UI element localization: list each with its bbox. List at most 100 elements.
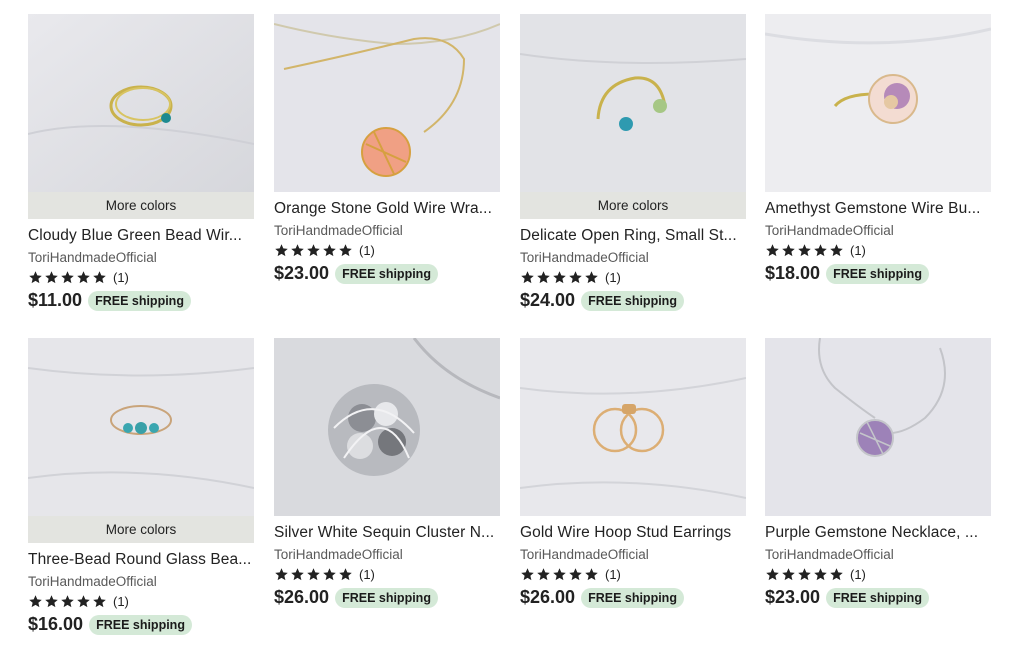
star-icon bbox=[77, 271, 90, 284]
rating: (1) bbox=[765, 242, 991, 259]
star-icon bbox=[766, 244, 779, 257]
free-shipping-badge: FREE shipping bbox=[826, 263, 929, 284]
review-count: (1) bbox=[850, 567, 866, 582]
free-shipping-badge: FREE shipping bbox=[89, 614, 192, 635]
star-icon bbox=[29, 595, 42, 608]
shop-name: ToriHandmadeOfficial bbox=[765, 223, 894, 238]
rating: (1) bbox=[28, 269, 254, 286]
earrings-photo bbox=[520, 338, 746, 516]
price: $11.00 bbox=[28, 290, 83, 310]
listing-title[interactable]: Cloudy Blue Green Bead Wir... bbox=[28, 227, 254, 245]
listing-title[interactable]: Silver White Sequin Cluster N... bbox=[274, 524, 500, 542]
star-icon bbox=[553, 568, 566, 581]
more-colors-label[interactable]: More colors bbox=[28, 516, 254, 543]
listing-card[interactable]: Gold Wire Hoop Stud Earrings ToriHandmad… bbox=[520, 338, 746, 608]
review-count: (1) bbox=[359, 567, 375, 582]
review-count: (1) bbox=[605, 270, 621, 285]
listing-title[interactable]: Orange Stone Gold Wire Wra... bbox=[274, 200, 500, 218]
star-icon bbox=[585, 568, 598, 581]
listing-image[interactable] bbox=[28, 14, 254, 192]
star-icon bbox=[45, 595, 58, 608]
star-icon bbox=[537, 568, 550, 581]
listing-card[interactable]: More colors Delicate Open Ring, Small St… bbox=[520, 14, 746, 311]
star-icon bbox=[585, 271, 598, 284]
review-count: (1) bbox=[359, 243, 375, 258]
star-icon bbox=[93, 595, 106, 608]
star-icon bbox=[307, 244, 320, 257]
star-icon bbox=[830, 244, 843, 257]
rating: (1) bbox=[274, 566, 500, 583]
review-count: (1) bbox=[605, 567, 621, 582]
star-icon bbox=[307, 568, 320, 581]
star-rating bbox=[274, 243, 353, 258]
review-count: (1) bbox=[850, 243, 866, 258]
listing-title[interactable]: Delicate Open Ring, Small St... bbox=[520, 227, 746, 245]
shop-name: ToriHandmadeOfficial bbox=[765, 547, 894, 562]
listing-image[interactable] bbox=[520, 338, 746, 516]
listing-image[interactable] bbox=[765, 14, 991, 192]
star-rating bbox=[765, 243, 844, 258]
star-rating bbox=[28, 594, 107, 609]
star-icon bbox=[798, 568, 811, 581]
listing-card[interactable]: Orange Stone Gold Wire Wra... ToriHandma… bbox=[274, 14, 500, 284]
listing-card[interactable]: Amethyst Gemstone Wire Bu... ToriHandmad… bbox=[765, 14, 991, 284]
more-colors-label[interactable]: More colors bbox=[520, 192, 746, 219]
star-icon bbox=[61, 595, 74, 608]
more-colors-label[interactable]: More colors bbox=[28, 192, 254, 219]
price: $18.00 bbox=[765, 263, 821, 283]
star-icon bbox=[521, 271, 534, 284]
price: $23.00 bbox=[274, 263, 330, 283]
star-icon bbox=[537, 271, 550, 284]
free-shipping-badge: FREE shipping bbox=[335, 587, 438, 608]
star-icon bbox=[521, 568, 534, 581]
star-icon bbox=[569, 271, 582, 284]
star-rating bbox=[520, 270, 599, 285]
star-icon bbox=[323, 568, 336, 581]
price: $23.00 bbox=[765, 587, 821, 607]
listing-title[interactable]: Purple Gemstone Necklace, ... bbox=[765, 524, 991, 542]
star-icon bbox=[766, 568, 779, 581]
listing-card[interactable]: More colors Cloudy Blue Green Bead Wir..… bbox=[28, 14, 254, 311]
star-icon bbox=[323, 244, 336, 257]
price: $26.00 bbox=[520, 587, 576, 607]
star-icon bbox=[830, 568, 843, 581]
listing-card[interactable]: Silver White Sequin Cluster N... ToriHan… bbox=[274, 338, 500, 608]
listing-card[interactable]: More colors Three-Bead Round Glass Bea..… bbox=[28, 338, 254, 635]
rating: (1) bbox=[520, 269, 746, 286]
star-rating bbox=[765, 567, 844, 582]
free-shipping-badge: FREE shipping bbox=[826, 587, 929, 608]
listing-image[interactable] bbox=[274, 338, 500, 516]
necklace-photo bbox=[274, 338, 500, 516]
listing-image[interactable] bbox=[520, 14, 746, 192]
star-icon bbox=[569, 568, 582, 581]
star-icon bbox=[275, 568, 288, 581]
listing-title[interactable]: Three-Bead Round Glass Bea... bbox=[28, 551, 254, 569]
star-icon bbox=[275, 244, 288, 257]
necklace-photo bbox=[274, 14, 500, 192]
listing-title[interactable]: Gold Wire Hoop Stud Earrings bbox=[520, 524, 746, 542]
star-rating bbox=[520, 567, 599, 582]
listing-image[interactable] bbox=[28, 338, 254, 516]
listing-card[interactable]: Purple Gemstone Necklace, ... ToriHandma… bbox=[765, 338, 991, 608]
ring-photo bbox=[28, 338, 254, 516]
free-shipping-badge: FREE shipping bbox=[581, 290, 684, 311]
shop-name: ToriHandmadeOfficial bbox=[520, 250, 649, 265]
star-icon bbox=[553, 271, 566, 284]
star-icon bbox=[61, 271, 74, 284]
listing-title[interactable]: Amethyst Gemstone Wire Bu... bbox=[765, 200, 991, 218]
star-rating bbox=[28, 270, 107, 285]
star-icon bbox=[291, 244, 304, 257]
star-icon bbox=[814, 244, 827, 257]
listing-image[interactable] bbox=[274, 14, 500, 192]
star-icon bbox=[814, 568, 827, 581]
star-icon bbox=[798, 244, 811, 257]
rating: (1) bbox=[765, 566, 991, 583]
shop-name: ToriHandmadeOfficial bbox=[520, 547, 649, 562]
listing-image[interactable] bbox=[765, 338, 991, 516]
free-shipping-badge: FREE shipping bbox=[335, 263, 438, 284]
free-shipping-badge: FREE shipping bbox=[88, 290, 191, 311]
star-icon bbox=[93, 271, 106, 284]
star-icon bbox=[291, 568, 304, 581]
price: $16.00 bbox=[28, 614, 84, 634]
rating: (1) bbox=[274, 242, 500, 259]
